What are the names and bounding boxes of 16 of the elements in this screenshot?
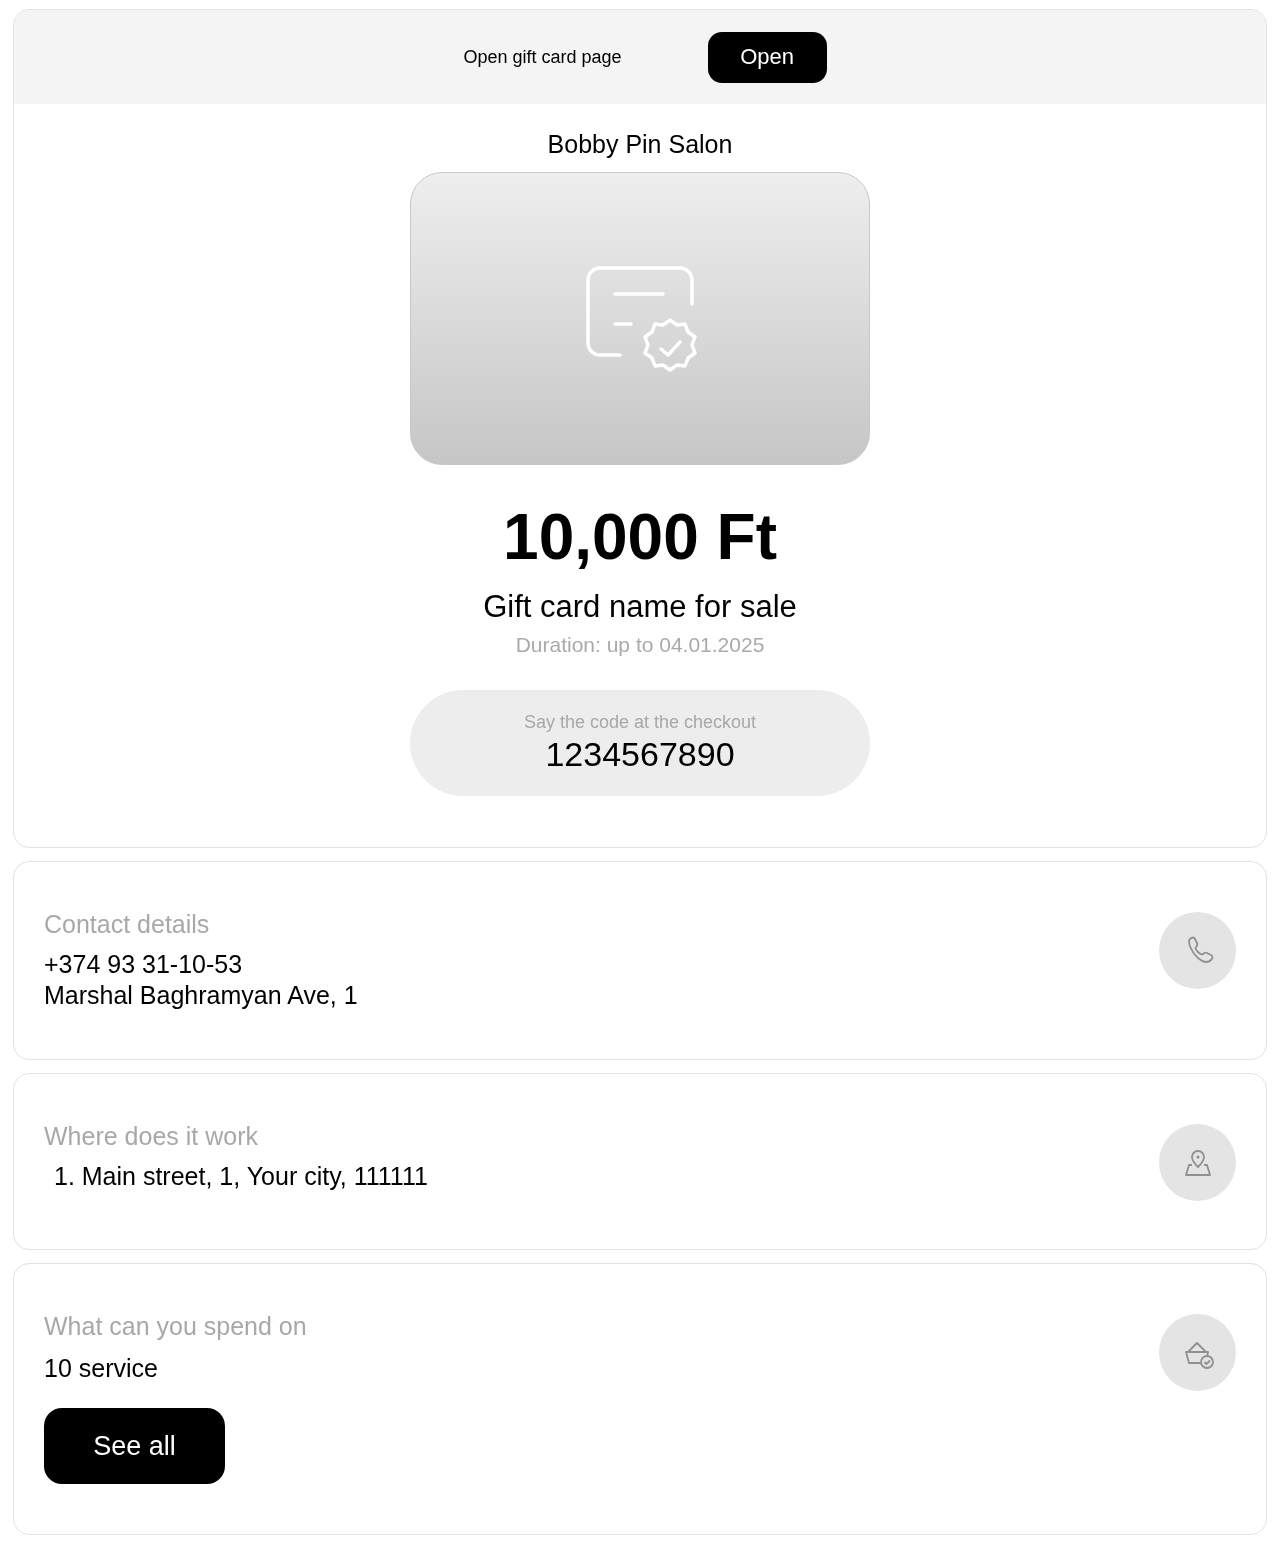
address-item: 1. Main street, 1, Your city, 111111 (54, 1161, 428, 1192)
see-all-button[interactable]: See all (44, 1408, 225, 1484)
code-label: Say the code at the checkout (523, 712, 757, 733)
section-title: Where does it work (44, 1122, 259, 1151)
duration-text: Duration: up to 04.01.2025 (515, 633, 765, 657)
gift-card-name: Gift card name for sale (483, 589, 797, 625)
services-count: 10 service (44, 1353, 159, 1384)
banner-text: Open gift card page (463, 46, 622, 68)
open-button[interactable]: Open (707, 31, 827, 83)
salon-name: Bobby Pin Salon (547, 130, 733, 159)
contact-line: +374 93 31-10-53 (44, 949, 244, 980)
section-title: Contact details (44, 910, 211, 939)
gift-code: 1234567890 (545, 735, 735, 774)
contact-line: Marshal Baghramyan Ave, 1 (44, 980, 358, 1011)
gift-amount: 10,000 Ft (503, 500, 777, 575)
section-title: What can you spend on (44, 1312, 307, 1341)
